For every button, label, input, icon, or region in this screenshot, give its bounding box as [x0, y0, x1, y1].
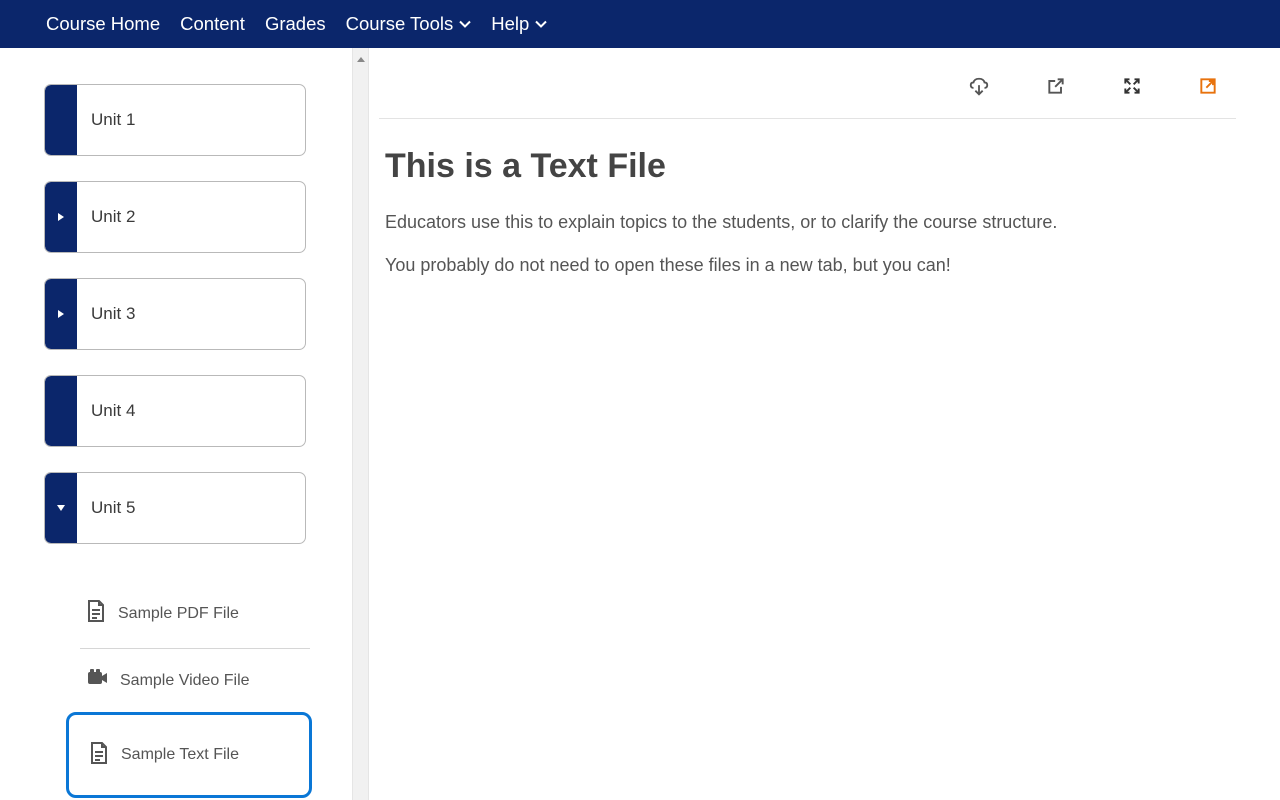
nav-content[interactable]: Content [180, 13, 245, 35]
nav-grades-label: Grades [265, 13, 326, 35]
sidebar-item-label: Sample PDF File [118, 605, 239, 623]
open-new-window-icon[interactable] [1046, 76, 1066, 98]
unit-label: Unit 4 [77, 376, 305, 446]
scrollbar-track[interactable] [352, 48, 369, 800]
sidebar-unit-2[interactable]: Unit 2 [44, 181, 306, 253]
document-icon [86, 599, 106, 628]
download-icon[interactable] [968, 76, 990, 98]
unit-accent [45, 182, 77, 252]
sidebar-item-label: Sample Text File [121, 746, 239, 764]
content-paragraph-1: Educators use this to explain topics to … [385, 210, 1230, 235]
nav-grades[interactable]: Grades [265, 13, 326, 35]
nav-content-label: Content [180, 13, 245, 35]
page-title: This is a Text File [385, 147, 1230, 186]
nav-course-tools-label: Course Tools [346, 13, 454, 35]
main-content: This is a Text File Educators use this t… [369, 48, 1280, 800]
document-icon [89, 741, 109, 770]
content-toolbar [379, 76, 1236, 119]
sidebar-item-sample-text[interactable]: Sample Text File [66, 712, 312, 798]
chevron-down-icon [535, 13, 547, 35]
sidebar-unit-3[interactable]: Unit 3 [44, 278, 306, 350]
unit-accent [45, 85, 77, 155]
sidebar-item-sample-video[interactable]: Sample Video File [44, 649, 306, 712]
content-paragraph-2: You probably do not need to open these f… [385, 253, 1230, 278]
top-nav: Course Home Content Grades Course Tools … [0, 0, 1280, 48]
caret-down-icon [56, 504, 66, 512]
unit-label: Unit 3 [77, 279, 305, 349]
unit-accent [45, 279, 77, 349]
sidebar-sublist: Sample PDF File Sample Video File [44, 569, 306, 798]
caret-right-icon [57, 212, 65, 222]
fullscreen-icon[interactable] [1122, 76, 1142, 98]
nav-course-tools[interactable]: Course Tools [346, 13, 472, 35]
sidebar-item-label: Sample Video File [120, 672, 250, 690]
nav-help-label: Help [491, 13, 529, 35]
unit-label: Unit 1 [77, 85, 305, 155]
nav-course-home-label: Course Home [46, 13, 160, 35]
sidebar: Unit 1 Unit 2 Unit 3 Unit 4 [0, 48, 352, 800]
sidebar-unit-5[interactable]: Unit 5 [44, 472, 306, 544]
nav-course-home[interactable]: Course Home [46, 13, 160, 35]
scroll-up-icon[interactable] [356, 51, 366, 61]
unit-label: Unit 5 [77, 473, 305, 543]
unit-accent [45, 473, 77, 543]
nav-help[interactable]: Help [491, 13, 547, 35]
sidebar-unit-1[interactable]: Unit 1 [44, 84, 306, 156]
sidebar-item-sample-pdf[interactable]: Sample PDF File [44, 579, 306, 648]
unit-accent [45, 376, 77, 446]
video-icon [86, 669, 108, 692]
open-external-icon[interactable] [1198, 76, 1218, 98]
sidebar-unit-4[interactable]: Unit 4 [44, 375, 306, 447]
caret-right-icon [57, 309, 65, 319]
unit-label: Unit 2 [77, 182, 305, 252]
chevron-down-icon [459, 13, 471, 35]
